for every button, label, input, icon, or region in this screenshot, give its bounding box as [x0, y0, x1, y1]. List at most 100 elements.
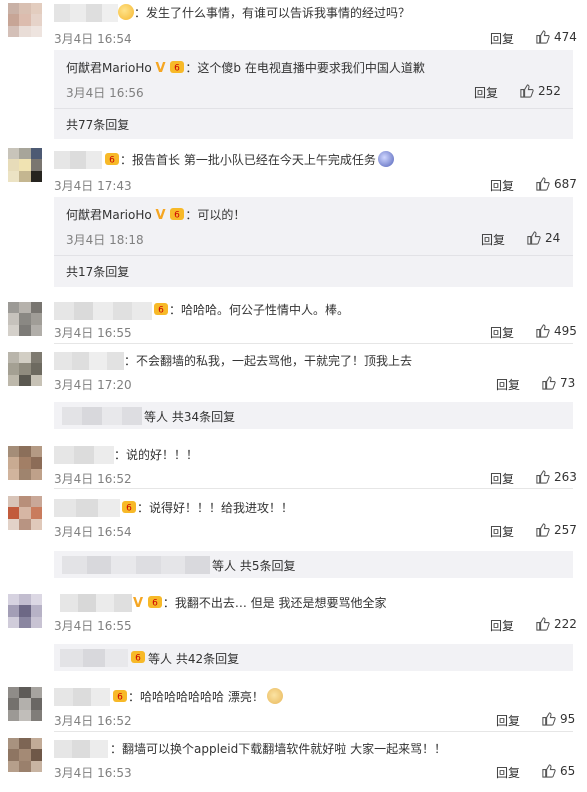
- avatar[interactable]: [8, 594, 42, 628]
- level-badge-icon: 6: [147, 596, 162, 609]
- reply-users-blurred[interactable]: [62, 556, 211, 574]
- comment-date: 3月4日 16:55: [54, 619, 132, 633]
- level-badge-icon: 6: [154, 303, 168, 316]
- like-button[interactable]: 495: [535, 323, 577, 338]
- reply-date: 3月4日 16:56: [66, 86, 144, 100]
- more-replies-link[interactable]: 等人 共34条回复: [144, 408, 235, 425]
- comment-text: V 6 ：我翻不出去… 但是 我还是想要骂他全家: [133, 596, 387, 611]
- like-button[interactable]: 24: [526, 230, 560, 245]
- level-badge-icon: 6: [113, 690, 127, 703]
- more-replies-link[interactable]: 共17条回复: [66, 263, 129, 280]
- like-button[interactable]: 222: [535, 616, 577, 631]
- reply-users-blurred[interactable]: [60, 649, 129, 667]
- like-count: 257: [554, 522, 577, 537]
- level-badge-icon: 6: [122, 501, 136, 514]
- username-blurred[interactable]: [54, 499, 120, 517]
- thumbs-up-icon: [536, 177, 550, 191]
- comment-date: 3月4日 16:55: [54, 326, 132, 340]
- comment-text: 6 ：说得好！！！给我进攻！！: [121, 499, 293, 517]
- reply-button[interactable]: 回复: [490, 523, 514, 540]
- reply-button[interactable]: 回复: [496, 712, 520, 729]
- comment-date: 3月4日 16:54: [54, 525, 132, 539]
- divider: [54, 108, 573, 109]
- level-badge-icon: 6: [131, 651, 145, 664]
- avatar[interactable]: [8, 687, 42, 721]
- reply-item: 何猷君MarioHo V 6 ：可以的！: [66, 208, 246, 223]
- reply-button[interactable]: 回复: [490, 177, 514, 194]
- avatar[interactable]: [8, 148, 42, 182]
- avatar[interactable]: [8, 3, 42, 37]
- comment-date: 3月4日 17:20: [54, 378, 132, 392]
- reply-button[interactable]: 回复: [490, 617, 514, 634]
- like-button[interactable]: 474: [535, 29, 577, 44]
- reply-box: 6 等人 共42条回复: [54, 644, 573, 671]
- level-badge-icon: 6: [170, 208, 185, 221]
- reply-button[interactable]: 回复: [490, 324, 514, 341]
- avatar[interactable]: [8, 496, 42, 530]
- username-blurred[interactable]: [54, 446, 114, 464]
- thumbs-up-icon: [520, 84, 534, 98]
- reply-button[interactable]: 回复: [496, 764, 520, 781]
- comment-text: ：翻墙可以换个appleid下载翻墙软件就好啦 大家一起来骂！！: [110, 742, 447, 756]
- avatar[interactable]: [8, 352, 42, 386]
- like-count: 95: [560, 711, 576, 726]
- more-replies-link[interactable]: 等人 共42条回复: [148, 650, 239, 667]
- username-blurred[interactable]: [60, 594, 132, 612]
- svg-text:6: 6: [117, 693, 123, 703]
- svg-text:6: 6: [158, 306, 164, 316]
- username-blurred[interactable]: [54, 302, 152, 320]
- thumbs-up-icon: [527, 231, 541, 245]
- comment-date: 3月4日 17:43: [54, 179, 132, 193]
- like-count: 252: [538, 83, 561, 98]
- username-blurred[interactable]: [54, 352, 124, 370]
- comment-text: 6 ：哈哈哈哈哈哈哈 漂亮！: [112, 688, 283, 706]
- comment-5: ：说的好！！！ 3月4日 16:52 回复 263: [0, 440, 587, 490]
- level-badge-icon: 6: [105, 153, 119, 166]
- username-blurred[interactable]: [54, 151, 102, 169]
- more-replies-link[interactable]: 共77条回复: [66, 116, 129, 133]
- username-blurred[interactable]: [54, 4, 118, 22]
- vip-verified-icon: V: [133, 596, 144, 611]
- comment-text: ：发生了什么事情，有谁可以告诉我事情的经过吗？: [118, 4, 410, 22]
- reply-box: 等人 共34条回复: [54, 402, 573, 429]
- avatar[interactable]: [8, 302, 42, 336]
- like-count: 73: [560, 375, 576, 390]
- reply-button[interactable]: 回复: [490, 30, 514, 47]
- comment-date: 3月4日 16:53: [54, 766, 132, 780]
- reply-users-blurred[interactable]: [62, 407, 142, 425]
- like-button[interactable]: 95: [541, 711, 575, 726]
- svg-text:6: 6: [175, 64, 181, 74]
- avatar[interactable]: [8, 446, 42, 480]
- like-button[interactable]: 65: [541, 763, 575, 778]
- username-blurred[interactable]: [54, 740, 108, 758]
- thumbs-up-icon: [536, 324, 550, 338]
- like-button[interactable]: 687: [535, 176, 577, 191]
- reply-box: 何猷君MarioHo V 6 ：这个傻b 在电视直播中要求我们中国人道歉 3月4日…: [54, 50, 573, 139]
- level-badge-icon: 6: [170, 61, 185, 74]
- reply-button[interactable]: 回复: [490, 470, 514, 487]
- comment-7: V 6 ：我翻不出去… 但是 我还是想要骂他全家 3月4日 16:55 回复 22…: [0, 588, 587, 680]
- reply-username[interactable]: 何猷君MarioHo: [66, 208, 152, 222]
- reply-button[interactable]: 回复: [474, 84, 498, 101]
- reply-button[interactable]: 回复: [496, 376, 520, 393]
- username-blurred[interactable]: [54, 688, 111, 706]
- svg-text:6: 6: [152, 599, 158, 609]
- avatar[interactable]: [8, 738, 42, 772]
- thumbs-up-icon: [536, 30, 550, 44]
- like-button[interactable]: 257: [535, 522, 577, 537]
- like-button[interactable]: 263: [535, 469, 577, 484]
- doge-emoji-icon: [266, 688, 283, 704]
- reply-username[interactable]: 何猷君MarioHo: [66, 61, 152, 75]
- comment-text: 6 ：哈哈哈。何公子性情中人。棒。: [153, 301, 349, 319]
- like-button[interactable]: 73: [541, 375, 575, 390]
- svg-text:6: 6: [135, 654, 141, 664]
- like-count: 263: [554, 469, 577, 484]
- divider: [54, 255, 573, 256]
- more-replies-link[interactable]: 等人 共5条回复: [212, 557, 295, 574]
- comment-text: 6 ：报告首长 第一批小队已经在今天上午完成任务: [104, 151, 394, 169]
- comment-9: ：翻墙可以换个appleid下载翻墙软件就好啦 大家一起来骂！！ 3月4日 16…: [0, 734, 587, 792]
- comment-2: 6 ：报告首长 第一批小队已经在今天上午完成任务 3月4日 17:43 回复 68…: [0, 143, 587, 293]
- reply-button[interactable]: 回复: [481, 231, 505, 248]
- comment-text: ：说的好！！！: [114, 448, 199, 462]
- like-button[interactable]: 252: [519, 83, 561, 98]
